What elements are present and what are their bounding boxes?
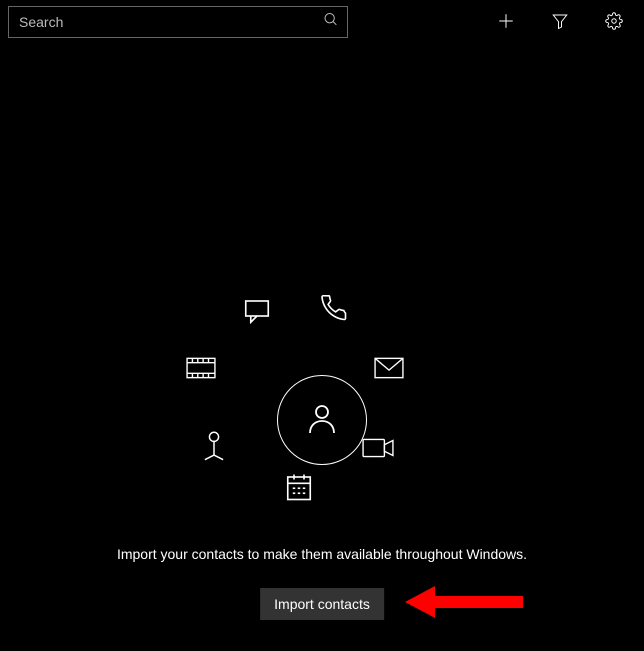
filter-button[interactable] [538,2,582,42]
gear-icon [605,12,623,33]
empty-state-illustration [202,300,442,540]
import-contacts-button[interactable]: Import contacts [260,588,384,620]
plus-icon [497,12,515,33]
video-icon [362,436,394,465]
filter-icon [551,12,569,33]
film-icon [186,356,216,385]
search-icon[interactable] [323,12,339,33]
settings-button[interactable] [592,2,636,42]
chat-icon [242,296,272,331]
topbar [0,0,644,44]
person-icon [304,398,340,443]
calendar-icon [284,472,314,507]
person-circle [277,375,367,465]
search-box[interactable] [8,6,348,38]
annotation-arrow [405,582,525,627]
map-pin-icon [200,430,228,467]
add-button[interactable] [484,2,528,42]
phone-icon [318,292,348,327]
search-input[interactable] [9,7,347,37]
empty-state-message: Import your contacts to make them availa… [0,546,644,562]
mail-icon [374,356,404,385]
